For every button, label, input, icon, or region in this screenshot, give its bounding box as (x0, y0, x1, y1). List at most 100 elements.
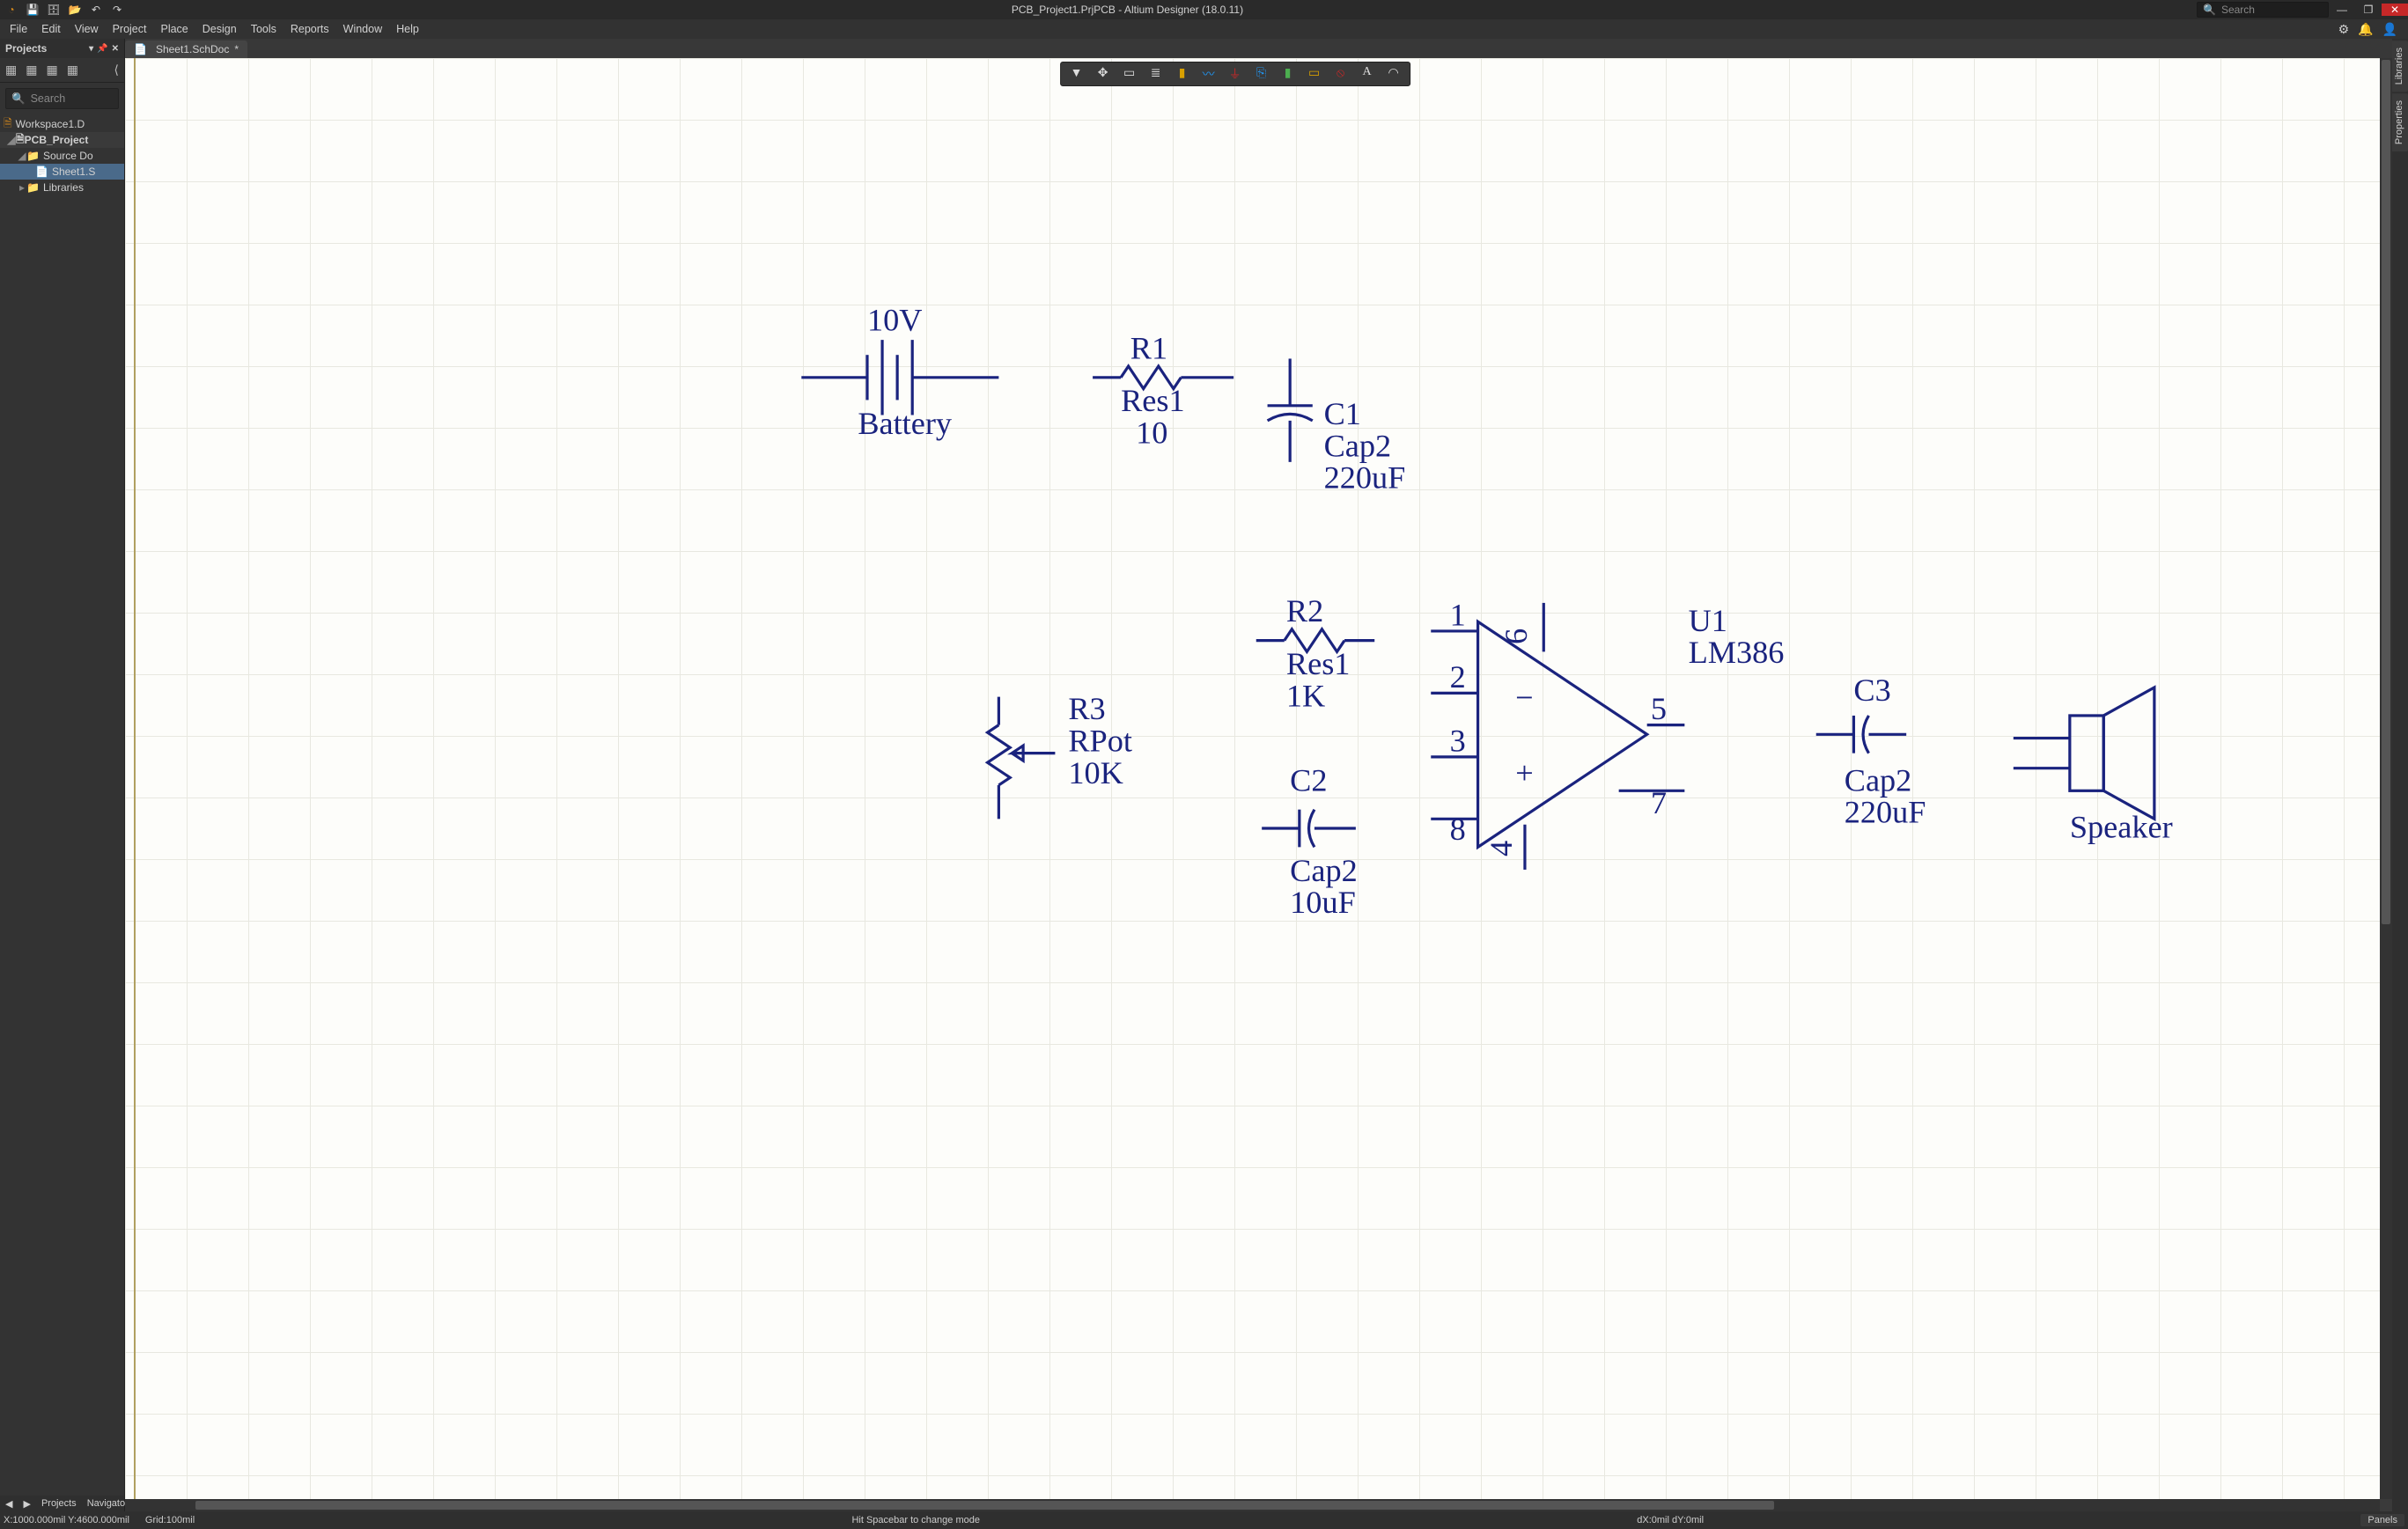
undo-button[interactable]: ↶ (88, 4, 104, 16)
comp-c1[interactable]: C1 Cap2 220uF (1268, 358, 1406, 495)
canvas-scrollbar-horizontal[interactable] (125, 1499, 2380, 1511)
comp-c2[interactable]: C2 Cap2 10uF (1262, 762, 1358, 920)
schematic-canvas[interactable]: ▼ ✥ ▭ ≣ ▮ 〰 ⏚ ⎘ ▮ ▭ ⦸ A ◠ (125, 58, 2380, 1499)
comp-c3[interactable]: C3 Cap2 220uF (1816, 673, 1926, 830)
projects-tree[interactable]: 🗎Workspace1.D ◢🗎PCB_Project ◢📁Source Do … (0, 114, 124, 1496)
menu-view[interactable]: View (69, 21, 105, 37)
svg-text:Speaker: Speaker (2070, 810, 2173, 845)
svg-text:−: − (1515, 680, 1533, 715)
nav-tab-projects[interactable]: Projects (36, 1498, 82, 1509)
status-delta: dX:0mil dY:0mil (1637, 1515, 1704, 1525)
maximize-button[interactable]: ❐ (2355, 4, 2382, 16)
svg-text:LM386: LM386 (1689, 635, 1785, 670)
panel-tab-libraries[interactable]: Libraries (2392, 40, 2408, 92)
canvas-scrollbar-vertical[interactable] (2380, 58, 2392, 1499)
svg-text:C1: C1 (1324, 396, 1361, 431)
svg-text:10V: 10V (867, 302, 922, 337)
status-coordinates: X:1000.000mil Y:4600.000mil (4, 1515, 129, 1525)
notifications-icon[interactable]: 🔔 (2358, 22, 2373, 37)
svg-text:R1: R1 (1130, 330, 1167, 365)
svg-text:1: 1 (1450, 598, 1466, 633)
tree-libraries[interactable]: ▸📁Libraries (0, 180, 124, 195)
comp-u1[interactable]: − + 1 2 3 8 6 4 5 7 U1 LM386 (1431, 598, 1784, 870)
title-bar: ◔ 💾 🗄 📂 ↶ ↷ PCB_Project1.PrjPCB - Altium… (0, 0, 2408, 19)
comp-r3[interactable]: R3 RPot 10K (988, 691, 1132, 819)
svg-text:1K: 1K (1286, 678, 1325, 713)
comp-battery[interactable]: 10V Battery (801, 302, 998, 440)
app-logo-icon: ◔ (4, 4, 19, 16)
window-title: PCB_Project1.PrjPCB - Altium Designer (1… (129, 4, 2197, 16)
projects-search-placeholder: Search (31, 92, 66, 105)
settings-icon[interactable]: ⚙ (2338, 22, 2350, 37)
menu-project[interactable]: Project (107, 21, 153, 37)
tree-source-docs[interactable]: ◢📁Source Do (0, 148, 124, 164)
svg-text:R3: R3 (1068, 691, 1105, 726)
svg-text:6: 6 (1499, 629, 1534, 644)
status-grid: Grid:100mil (145, 1515, 195, 1525)
status-hint: Hit Spacebar to change mode (851, 1515, 980, 1525)
projects-tool-4[interactable]: ▦ (67, 62, 78, 77)
svg-text:+: + (1515, 755, 1533, 790)
tree-project[interactable]: ◢🗎PCB_Project (0, 132, 124, 148)
right-panel-strip: Libraries Properties (2392, 39, 2408, 1511)
menu-bar: File Edit View Project Place Design Tool… (0, 19, 2408, 39)
redo-button[interactable]: ↷ (109, 4, 125, 16)
document-tab-sheet1[interactable]: 📄 Sheet1.SchDoc * (125, 40, 247, 58)
comp-r2[interactable]: R2 Res1 1K (1256, 593, 1374, 713)
menu-edit[interactable]: Edit (35, 21, 67, 37)
svg-text:Res1: Res1 (1286, 646, 1351, 681)
svg-text:4: 4 (1484, 841, 1519, 856)
status-bar: X:1000.000mil Y:4600.000mil Grid:100mil … (0, 1511, 2408, 1529)
document-tab-label: Sheet1.SchDoc (156, 43, 229, 55)
menu-help[interactable]: Help (390, 21, 425, 37)
svg-text:Cap2: Cap2 (1845, 762, 1912, 798)
svg-text:220uF: 220uF (1324, 460, 1406, 496)
user-icon[interactable]: 👤 (2382, 22, 2397, 37)
comp-speaker[interactable]: Speaker (2014, 687, 2173, 845)
svg-text:Res1: Res1 (1121, 383, 1185, 418)
svg-text:220uF: 220uF (1845, 795, 1926, 830)
tree-workspace[interactable]: 🗎Workspace1.D (0, 116, 124, 132)
nav-prev-icon[interactable]: ◀ (0, 1498, 18, 1510)
nav-next-icon[interactable]: ▶ (18, 1498, 35, 1510)
search-icon: 🔍 (2203, 4, 2216, 16)
panel-dropdown-icon[interactable]: ▾ (89, 44, 93, 54)
panel-tab-properties[interactable]: Properties (2392, 93, 2408, 151)
close-button[interactable]: ✕ (2382, 4, 2408, 16)
menu-tools[interactable]: Tools (245, 21, 283, 37)
save-button[interactable]: 💾 (25, 4, 41, 16)
svg-text:10uF: 10uF (1290, 885, 1356, 920)
svg-text:10K: 10K (1068, 755, 1123, 790)
projects-toolbar: ▦ ▦ ▦ ▦ ⟨ (0, 58, 124, 83)
panel-pin-icon[interactable]: 📌 (97, 44, 107, 54)
panel-close-icon[interactable]: ✕ (112, 44, 119, 54)
menu-place[interactable]: Place (154, 21, 194, 37)
svg-text:10: 10 (1136, 415, 1167, 451)
menu-design[interactable]: Design (196, 21, 243, 37)
projects-panel-title: Projects (5, 42, 47, 55)
global-search-placeholder: Search (2221, 4, 2255, 16)
projects-tool-3[interactable]: ▦ (46, 62, 57, 77)
menu-reports[interactable]: Reports (284, 21, 335, 37)
schematic-svg: 10V Battery R1 (125, 58, 2380, 1499)
open-button[interactable]: 📂 (67, 4, 83, 16)
document-tab-icon: 📄 (134, 43, 147, 55)
minimize-button[interactable]: — (2329, 4, 2355, 16)
menu-file[interactable]: File (4, 21, 33, 37)
menu-window[interactable]: Window (337, 21, 388, 37)
svg-text:U1: U1 (1689, 603, 1727, 638)
projects-panel: Projects ▾ 📌 ✕ ▦ ▦ ▦ ▦ ⟨ 🔍 Search 🗎Works… (0, 39, 125, 1511)
projects-search-input[interactable]: 🔍 Search (5, 88, 119, 109)
svg-text:8: 8 (1450, 812, 1466, 847)
svg-text:R2: R2 (1286, 593, 1323, 629)
comp-r1[interactable]: R1 Res1 10 (1093, 330, 1233, 450)
tree-sheet1[interactable]: 📄Sheet1.S (0, 164, 124, 180)
svg-text:3: 3 (1450, 724, 1466, 759)
projects-tool-2[interactable]: ▦ (26, 62, 37, 77)
svg-text:7: 7 (1651, 785, 1667, 820)
panels-button[interactable]: Panels (2360, 1514, 2404, 1526)
projects-tool-collapse[interactable]: ⟨ (114, 62, 119, 77)
save-all-button[interactable]: 🗄 (46, 4, 62, 16)
projects-tool-1[interactable]: ▦ (5, 62, 17, 77)
global-search-input[interactable]: 🔍 Search (2197, 2, 2329, 18)
